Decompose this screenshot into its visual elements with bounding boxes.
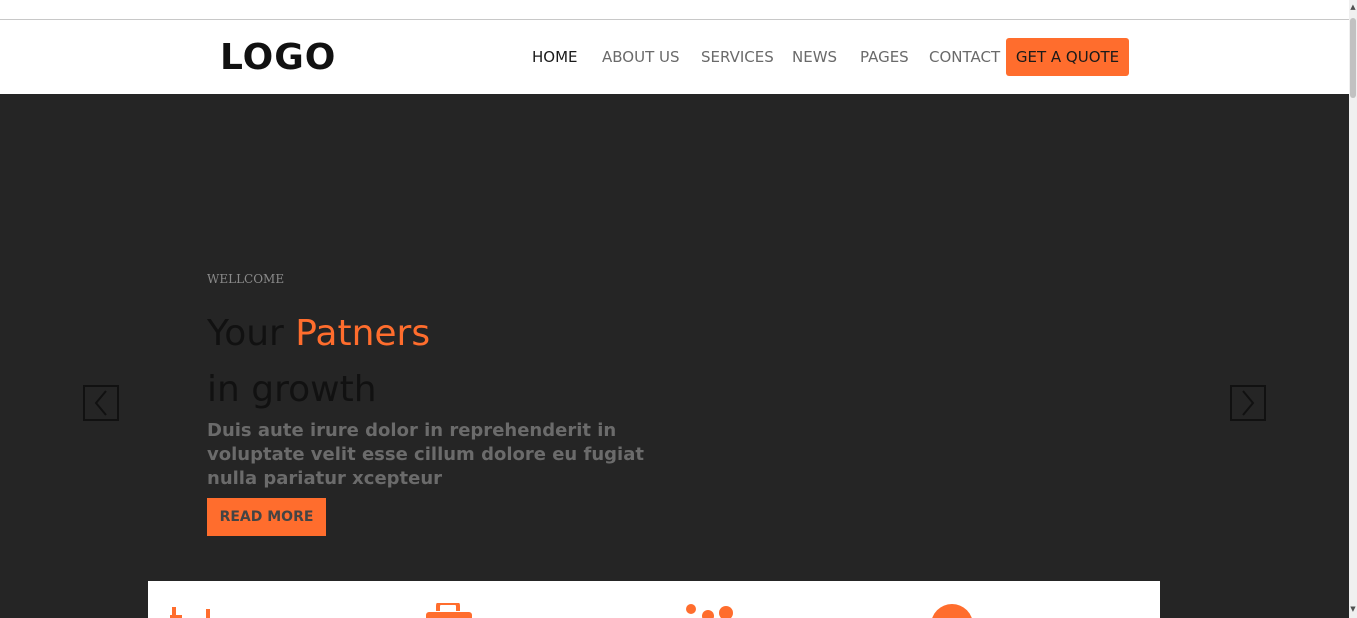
scroll-down-arrow[interactable]: ▼ xyxy=(1349,604,1357,614)
chart-icon xyxy=(170,607,210,618)
briefcase-icon xyxy=(426,603,472,618)
scroll-up-arrow[interactable]: ▲ xyxy=(1349,2,1357,12)
hero-lead-text: Duis aute irure dolor in reprehenderit i… xyxy=(207,420,644,489)
chevron-right-icon xyxy=(1242,390,1255,416)
nav-services[interactable]: SERVICES xyxy=(701,48,774,66)
nav-about-us[interactable]: ABOUT US xyxy=(602,48,680,66)
read-more-button[interactable]: READ MORE xyxy=(207,498,326,536)
team-icon xyxy=(686,604,733,618)
slider-next-button[interactable] xyxy=(1230,385,1266,421)
page-scrollbar[interactable]: ▲ ▼ xyxy=(1349,0,1357,618)
chevron-left-icon xyxy=(94,390,107,416)
nav-contact[interactable]: CONTACT xyxy=(929,48,1000,66)
scroll-thumb[interactable] xyxy=(1350,18,1356,98)
nav-home[interactable]: HOME xyxy=(532,48,578,66)
main-nav: HOME ABOUT US SERVICES NEWS PAGES CONTAC… xyxy=(0,20,1349,94)
browser-top-strip xyxy=(0,0,1349,20)
slider-prev-button[interactable] xyxy=(83,385,119,421)
feature-strip xyxy=(148,581,1160,618)
nav-pages[interactable]: PAGES xyxy=(860,48,909,66)
hero-eyebrow: WELLCOME xyxy=(207,272,285,286)
site-header: LOGO HOME ABOUT US SERVICES NEWS PAGES C… xyxy=(0,20,1349,94)
headline-line2: in growth xyxy=(207,369,377,410)
headline-prefix: Your xyxy=(207,313,296,354)
circle-icon xyxy=(932,604,972,618)
hero-headline: Your Patners in growth xyxy=(207,306,430,418)
hero-slider: WELLCOME Your Patners in growth Duis aut… xyxy=(0,94,1349,618)
get-a-quote-button[interactable]: GET A QUOTE xyxy=(1006,38,1129,76)
headline-accent: Patners xyxy=(295,313,431,354)
nav-news[interactable]: NEWS xyxy=(792,48,837,66)
